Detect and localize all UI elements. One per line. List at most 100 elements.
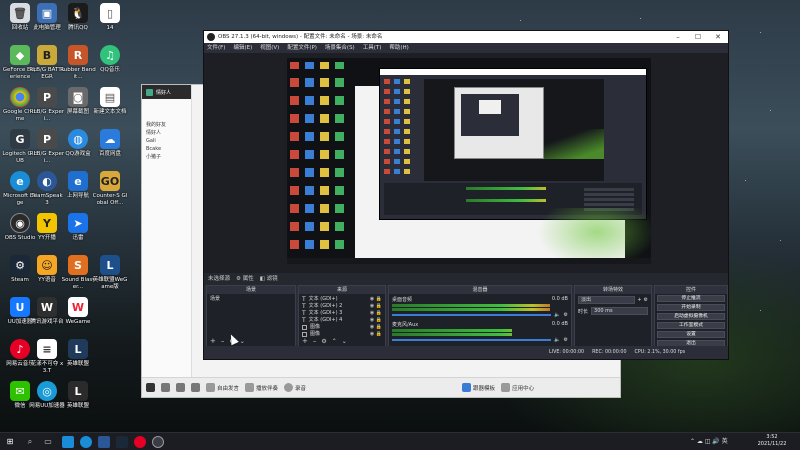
studio-mode-button[interactable]: 工作室模式	[657, 322, 725, 329]
desktop-icon-ie[interactable]: e 上网导航	[60, 171, 96, 213]
search-icon[interactable]: ⌕	[24, 436, 36, 448]
desktop-icon-baidu[interactable]: ☁ 百度网盘	[92, 129, 128, 171]
template-button[interactable]: 跟器模板	[462, 381, 495, 395]
add-source-icon[interactable]: +	[302, 337, 308, 346]
desktop-icon-rubber-bandits[interactable]: R Rubber Bandit...	[60, 45, 96, 87]
obs-statusbar: LIVE: 00:00:00 REC: 00:00:00 CPU: 2.1%, …	[204, 346, 728, 359]
windows-start-icon[interactable]: ⊞	[4, 436, 16, 448]
netease-taskbar-icon[interactable]	[134, 436, 146, 448]
mixer-channel-mic: 麦克风/Aux 0.0 dB 🔈 ⚙	[392, 321, 568, 343]
desktop-icon-screenshot[interactable]: ◙ 屏幕截图	[60, 87, 96, 129]
mic-settings-icon[interactable]	[146, 383, 155, 392]
chat-taskbar-icon[interactable]	[98, 436, 110, 448]
add-icon[interactable]: +	[637, 297, 641, 303]
menu-view[interactable]: 视图(V)	[260, 43, 279, 53]
speaker-icon[interactable]: 🔈	[554, 337, 560, 343]
menu-scene-collection[interactable]: 场景集合(S)	[325, 43, 355, 53]
record-button[interactable]: 录音	[284, 381, 306, 395]
eye-icon[interactable]: ◉ 🔒	[370, 324, 382, 331]
contact-item[interactable]: 小猪子	[142, 153, 191, 161]
add-scene-icon[interactable]: +	[210, 337, 216, 346]
desktop-icon-qq[interactable]: 🐧 腾讯QQ	[60, 3, 96, 45]
chrome-icon	[10, 87, 30, 107]
gear-icon[interactable]: ⚙	[564, 312, 568, 318]
steam-taskbar-icon[interactable]	[116, 436, 128, 448]
friends-group-label[interactable]: 我的好友	[142, 121, 191, 129]
remove-source-icon[interactable]: –	[313, 337, 317, 346]
taskbar-clock[interactable]: 3:52 2021/11/22	[752, 434, 792, 448]
eye-icon[interactable]: ◉ 🔒	[370, 310, 382, 317]
desktop-icon-sound-blaster[interactable]: S Sound Blaster...	[60, 255, 96, 297]
speaker-icon[interactable]: 🔈	[554, 312, 560, 318]
volume-slider[interactable]	[392, 314, 552, 316]
source-item[interactable]: 图像 ◉ 🔒	[302, 324, 382, 331]
template-icon	[462, 383, 472, 392]
eye-icon[interactable]: ◉ 🔒	[370, 296, 382, 303]
star	[745, 180, 746, 181]
scene-item[interactable]: 场景	[210, 296, 292, 303]
eye-icon[interactable]: ◉ 🔒	[370, 303, 382, 310]
desktop-icon-qq-game[interactable]: ◍ QQ游戏盒	[60, 129, 96, 171]
speaker-icon[interactable]	[161, 383, 170, 392]
obs-preview-canvas[interactable]	[287, 58, 651, 264]
duration-input[interactable]: 300 ms	[591, 307, 648, 315]
weixin-taskbar-icon[interactable]	[62, 436, 74, 448]
text-file-icon: ▤	[100, 87, 120, 107]
obs-taskbar-icon[interactable]	[152, 436, 164, 448]
source-config-icon[interactable]: ⚙	[321, 337, 326, 346]
eye-icon[interactable]: ◉ 🔒	[370, 317, 382, 324]
close-icon[interactable]: ✕	[708, 31, 728, 43]
gear-icon[interactable]: ⚙	[644, 297, 648, 303]
desktop-icon-new-text[interactable]: ▤ 新建文本文档	[92, 87, 128, 129]
desktop-icon-lol[interactable]: L 英雄联盟	[60, 339, 96, 381]
stop-streaming-button[interactable]: 停止推流	[657, 295, 725, 302]
obs-preview-area[interactable]	[204, 53, 728, 293]
friends-subgroup[interactable]: 情好人	[142, 129, 191, 137]
gear-icon[interactable]: ⚙	[564, 337, 568, 343]
remove-scene-icon[interactable]: –	[221, 337, 225, 346]
source-item[interactable]: T 文本 (GDI+) 2 ◉ 🔒	[302, 303, 382, 310]
task-view-icon[interactable]: ▭	[42, 436, 54, 448]
equalizer-icon[interactable]	[191, 383, 200, 392]
menu-help[interactable]: 帮助(H)	[389, 43, 408, 53]
free-talk-button[interactable]: 自由发言	[206, 381, 239, 395]
wegame-icon: W	[68, 297, 88, 317]
desktop-icon-file-14[interactable]: ▯ 14	[92, 3, 128, 45]
desktop-icon-lol-wegame[interactable]: L 英雄联盟WeGame版	[92, 255, 128, 297]
desktop-icon-xunlei[interactable]: ➤ 迅雷	[60, 213, 96, 255]
filters-tab[interactable]: ◧ 滤镜	[260, 273, 278, 285]
menu-profile[interactable]: 配置文件(P)	[287, 43, 317, 53]
taskbar: ⊞ ⌕ ▭ ⌃ ☁ ◫ 🔊 英 3:52 2021/11/22	[0, 432, 800, 450]
settings-button[interactable]: 设置	[657, 331, 725, 338]
source-item[interactable]: T 文本 (GDI+) 3 ◉ 🔒	[302, 310, 382, 317]
microphone-icon[interactable]	[176, 383, 185, 392]
desktop-icon-qq-music[interactable]: ♫ QQ音乐	[92, 45, 128, 87]
menu-edit[interactable]: 编辑(E)	[233, 43, 252, 53]
play-accompaniment-button[interactable]: 播放伴奏	[245, 381, 278, 395]
tray-icons[interactable]: ⌃ ☁ ◫ 🔊 英	[690, 433, 728, 450]
desktop-icon-leagues[interactable]: L 英雄联盟	[60, 381, 96, 423]
desktop-icon-csgo[interactable]: GO Counter-S Global Off...	[92, 171, 128, 213]
start-virtual-camera-button[interactable]: 启动虚拟摄像机	[657, 313, 725, 320]
contact-item[interactable]: Bcake	[142, 145, 191, 153]
move-up-icon[interactable]: ⌃	[332, 337, 337, 346]
transition-select[interactable]: 淡出	[578, 296, 636, 304]
chevron-down-icon[interactable]: ⌄	[240, 337, 245, 346]
menu-tools[interactable]: 工具(T)	[363, 43, 382, 53]
edge-taskbar-icon[interactable]	[80, 436, 92, 448]
contact-item[interactable]: Gali	[142, 137, 191, 145]
properties-tab[interactable]: ⚙ 属性	[236, 273, 254, 285]
app-center-button[interactable]: 应用中心	[501, 381, 534, 395]
maximize-icon[interactable]: ☐	[688, 31, 708, 43]
start-recording-button[interactable]: 开始录制	[657, 304, 725, 311]
move-down-icon[interactable]: ⌄	[342, 337, 347, 346]
obs-window[interactable]: OBS 27.1.3 (64-bit, windows) - 配置文件: 未命名…	[203, 30, 729, 360]
menu-file[interactable]: 文件(F)	[207, 43, 225, 53]
nested-desktop-icons	[290, 62, 350, 258]
source-item[interactable]: T 文本 (GDI+) ◉ 🔒	[302, 296, 382, 303]
desktop-icon-wegame[interactable]: W WeGame	[60, 297, 96, 339]
source-item[interactable]: T 文本 (GDI+) 4 ◉ 🔒	[302, 317, 382, 324]
volume-slider[interactable]	[392, 339, 552, 341]
csgo-icon: GO	[100, 171, 120, 191]
minimize-icon[interactable]: –	[668, 31, 688, 43]
